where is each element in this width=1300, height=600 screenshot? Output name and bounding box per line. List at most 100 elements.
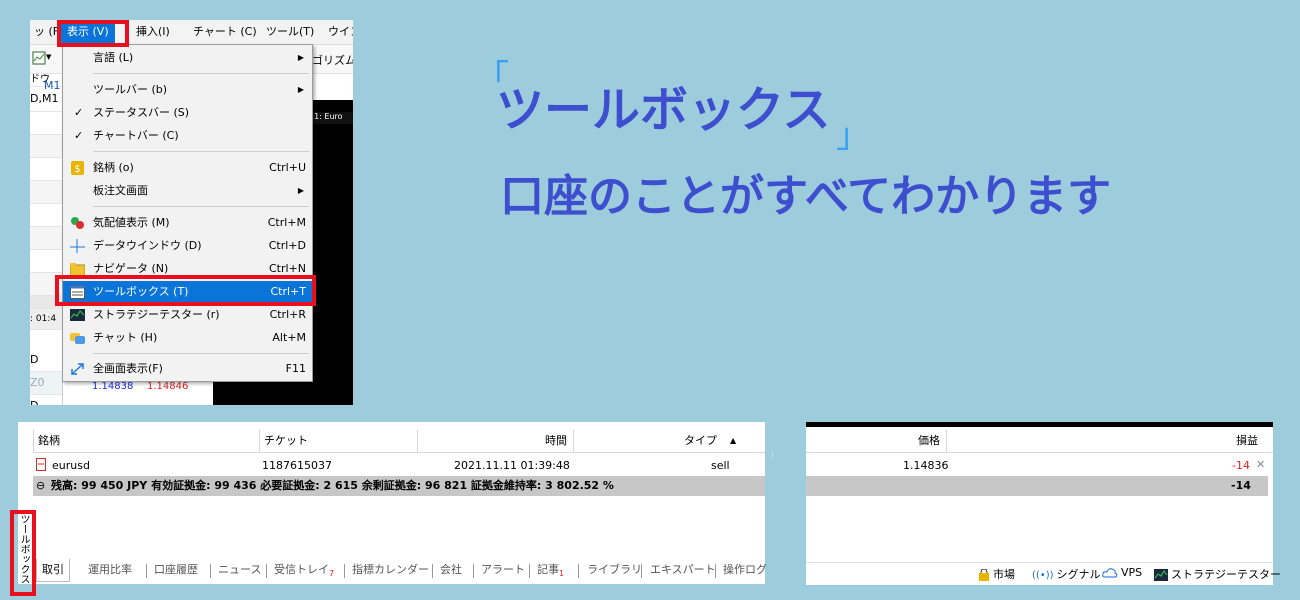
menu-item-depth-of-market[interactable]: 板注文画面 ▶: [63, 180, 312, 202]
menu-item-shortcut: Alt+M: [272, 331, 306, 344]
list-item: D: [30, 349, 62, 372]
menu-item-shortcut: Ctrl+U: [269, 161, 306, 174]
menu-item-chart-bar[interactable]: ✓ チャートバー (C): [63, 125, 312, 147]
status-vps[interactable]: VPS: [1102, 566, 1142, 579]
dollar-icon: $: [71, 161, 84, 175]
status-market[interactable]: 市場: [978, 566, 1015, 582]
list-item: [30, 158, 62, 181]
collapse-icon[interactable]: ⊖: [36, 476, 45, 496]
menu-item-label: チャートバー (C): [93, 129, 179, 142]
menu-item-strategy-tester[interactable]: ストラテジーテスター (r) Ctrl+R: [63, 304, 312, 326]
tab-trade[interactable]: 取引: [36, 559, 70, 582]
chevron-down-icon[interactable]: ▼: [46, 53, 51, 61]
table-row[interactable]: 1.14836 -14 ✕: [806, 454, 1273, 476]
highlight-vertical-tab: [10, 510, 36, 596]
tester-icon: [1154, 569, 1168, 581]
strategy-tester-icon: [70, 309, 85, 321]
table-header-right: 価格 損益: [806, 430, 1273, 453]
cell-price: 1.14836: [903, 459, 949, 472]
cell-type: sell: [711, 459, 730, 472]
view-menu-dropdown: 言語 (L) ▶ ツールバー (b) ▶ ✓ ステータスバー (S) ✓ チャー…: [62, 44, 313, 382]
mailbox-badge: 7: [329, 569, 335, 579]
fullscreen-icon: [71, 363, 84, 375]
sort-arrow-icon: ▲: [730, 436, 737, 445]
menu-item-symbols[interactable]: $ 銘柄 (o) Ctrl+U: [63, 157, 312, 179]
list-item: [30, 227, 62, 250]
column-price[interactable]: 価格: [806, 430, 946, 452]
menu-window[interactable]: ウイン: [328, 20, 353, 44]
tab-mailbox-label: 受信トレイ: [274, 563, 329, 576]
tab-mailbox[interactable]: 受信トレイ7: [274, 559, 334, 581]
toolbox-tabs: 取引 運用比率 口座履歴 ニュース 受信トレイ7 指標カレンダー 会社 アラート…: [18, 559, 773, 584]
account-summary-text: 残高: 99 450 JPY 有効証拠金: 99 436 必要証拠金: 2 61…: [51, 479, 614, 492]
column-time[interactable]: 時間: [417, 430, 573, 452]
highlight-toolbox-item: [55, 275, 316, 306]
market-watch-icon: [71, 217, 84, 229]
toolbar-fragment: ゴリズム取: [312, 54, 353, 67]
column-profit[interactable]: 損益: [946, 430, 1268, 452]
menu-insert[interactable]: 挿入(I): [136, 20, 170, 44]
timeframe-label[interactable]: M1: [44, 79, 61, 92]
chart-icon[interactable]: [32, 51, 46, 65]
tab-articles[interactable]: 記事1: [537, 559, 564, 581]
tab-alerts[interactable]: アラート: [481, 559, 525, 581]
ask-price: 1.14846: [147, 381, 189, 392]
submenu-arrow-icon: ▶: [297, 53, 304, 62]
column-symbol[interactable]: 銘柄: [33, 430, 259, 452]
tab-journal[interactable]: 操作ログ: [723, 559, 767, 581]
menu-item-label: 言語 (L): [93, 51, 134, 64]
cell-ticket: 1187615037: [262, 459, 332, 472]
menu-tools[interactable]: ツール(T): [266, 20, 314, 44]
menu-item-toolbar[interactable]: ツールバー (b) ▶: [63, 79, 312, 101]
list-item: [30, 135, 62, 158]
menu-item-status-bar[interactable]: ✓ ステータスバー (S): [63, 102, 312, 124]
list-item: [30, 250, 62, 273]
menu-item-label: ステータスバー (S): [93, 106, 190, 119]
menu-item-fullscreen[interactable]: 全画面表示(F) F11: [63, 358, 312, 380]
cell-time: 2021.11.11 01:39:48: [454, 459, 570, 472]
close-position-icon[interactable]: ✕: [1256, 458, 1265, 471]
menu-chart[interactable]: チャート (C): [193, 20, 257, 44]
table-row[interactable]: eurusd 1187615037 2021.11.11 01:39:48 se…: [33, 454, 773, 476]
menu-item-shortcut: Ctrl+M: [267, 216, 306, 229]
tab-company[interactable]: 会社: [440, 559, 462, 581]
menu-item-data-window[interactable]: データウインドウ (D) Ctrl+D: [63, 235, 312, 257]
status-signals[interactable]: ((•)) シグナル: [1032, 566, 1101, 582]
cell-profit: -14: [1232, 459, 1250, 472]
page-subtitle: 口座のことがすべてわかります: [500, 171, 1112, 222]
data-window-icon: [70, 239, 85, 253]
list-item: Z0: [30, 372, 62, 395]
tab-code-base[interactable]: ライブラリ: [587, 559, 642, 581]
list-item: D: [30, 395, 62, 405]
menu-item-label: 全画面表示(F): [93, 362, 163, 375]
navigator-icon: [70, 263, 85, 276]
tab-experts[interactable]: エキスパート: [650, 559, 716, 581]
menu-item-language[interactable]: 言語 (L) ▶: [63, 47, 312, 69]
tab-calendar[interactable]: 指標カレンダー: [352, 559, 429, 581]
menu-item-chat[interactable]: チャット (H) Alt+M: [63, 327, 312, 349]
chart-title: 11: Euro: [309, 112, 353, 124]
left-panel: ドウ D,M1 : 01:4 D Z0 D: [30, 74, 63, 405]
status-strategy-tester[interactable]: ストラテジーテスター: [1154, 566, 1281, 582]
account-summary-row: ⊖ 残高: 99 450 JPY 有効証拠金: 99 436 必要証拠金: 2 …: [33, 476, 773, 496]
chat-icon: [70, 333, 85, 344]
list-item: [30, 112, 62, 135]
tab-history[interactable]: 口座履歴: [154, 559, 198, 581]
page-title: ツールボックス: [496, 82, 831, 138]
menu-item-market-watch[interactable]: 気配値表示 (M) Ctrl+M: [63, 212, 312, 234]
menu-item-label: 銘柄 (o): [93, 161, 134, 174]
table-header: 銘柄 チケット 時間 タイプ ▲: [33, 430, 773, 453]
svg-text:$: $: [74, 164, 80, 175]
position-icon: [36, 458, 46, 471]
status-bar: 市場 ((•)) シグナル VPS ストラテジーテスター: [806, 562, 1281, 585]
column-type[interactable]: タイプ ▲: [573, 430, 737, 452]
column-ticket[interactable]: チケット: [259, 430, 417, 452]
menu-item-label: ストラテジーテスター (r): [93, 308, 220, 321]
tab-exposure[interactable]: 運用比率: [88, 559, 132, 581]
toolbox-vertical-tab[interactable]: ツールボックス: [10, 510, 36, 596]
menu-item-shortcut: F11: [285, 362, 306, 375]
list-item: [30, 204, 62, 227]
submenu-arrow-icon: ▶: [297, 85, 304, 94]
tab-news[interactable]: ニュース: [218, 559, 261, 581]
cell-symbol: eurusd: [52, 459, 90, 472]
